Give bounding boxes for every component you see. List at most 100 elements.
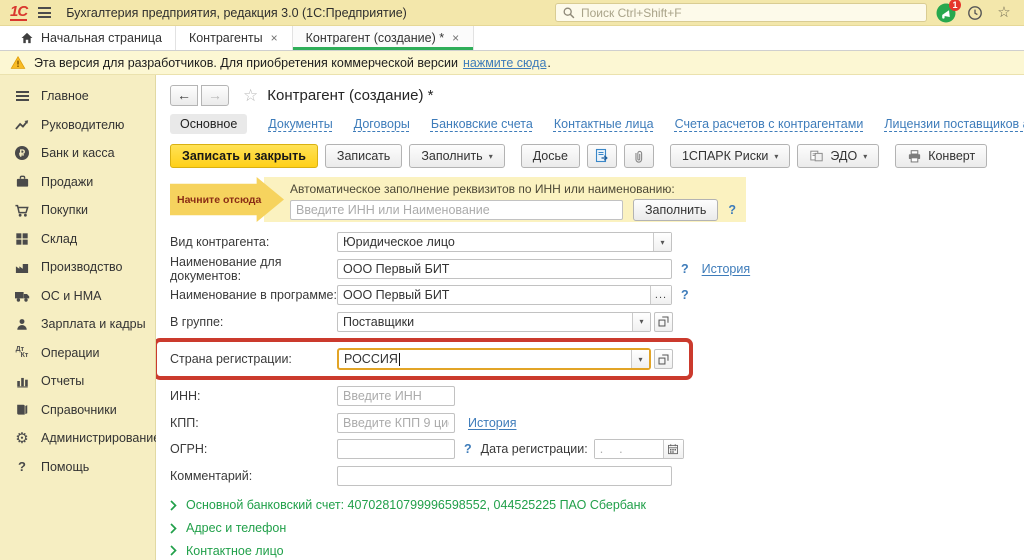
sidebar-item-help[interactable]: ? Помощь	[0, 453, 155, 482]
group-combo[interactable]: Поставщики ▾	[337, 312, 651, 332]
inn-input[interactable]	[337, 386, 455, 406]
form-nav-main[interactable]: Основное	[170, 114, 247, 134]
section-address-phone[interactable]: Адрес и телефон	[170, 517, 1024, 540]
tab-counterparties[interactable]: Контрагенты ×	[176, 26, 293, 50]
sidebar-item-reports[interactable]: Отчеты	[0, 367, 155, 396]
history-link[interactable]: История	[702, 262, 750, 276]
field-label: Страна регистрации:	[170, 352, 337, 366]
attachments-button[interactable]	[624, 144, 654, 168]
history-link[interactable]: История	[468, 416, 516, 430]
section-bank-account[interactable]: Основной банковский счет: 40702810799996…	[170, 494, 1024, 517]
search-icon	[562, 6, 576, 20]
form-nav: Основное Документы Договоры Банковские с…	[170, 113, 1024, 135]
save-and-close-button[interactable]: Записать и закрыть	[170, 144, 318, 168]
edo-button[interactable]: ЭДО▾	[797, 144, 879, 168]
sidebar-item-manager[interactable]: Руководителю	[0, 111, 155, 140]
field-kind: Вид контрагента: Юридическое лицо ▾	[170, 229, 1024, 256]
kind-combo[interactable]: Юридическое лицо ▾	[337, 232, 672, 252]
sidebar-item-payroll-hr[interactable]: Зарплата и кадры	[0, 310, 155, 339]
tab-label: Контрагент (создание) *	[306, 31, 445, 45]
field-ogrn: ОГРН: ? Дата регистрации:	[170, 436, 1024, 463]
registration-date-input[interactable]	[595, 440, 663, 458]
country-combo[interactable]: РОССИЯ ▾	[337, 348, 651, 370]
help-icon[interactable]: ?	[728, 203, 736, 217]
choose-button[interactable]: ...	[650, 286, 671, 304]
sidebar-item-directories[interactable]: Справочники	[0, 396, 155, 425]
briefcase-icon	[13, 174, 31, 189]
help-icon[interactable]: ?	[681, 288, 689, 302]
calendar-button[interactable]	[663, 440, 683, 458]
dropdown-button[interactable]: ▾	[632, 313, 650, 331]
open-item-button[interactable]	[654, 349, 673, 369]
autofill-inn-input[interactable]	[290, 200, 623, 220]
name-in-program-field[interactable]: ООО Первый БИТ ...	[337, 285, 672, 305]
save-button[interactable]: Записать	[325, 144, 402, 168]
name-for-documents-input[interactable]	[337, 259, 672, 279]
sidebar-item-warehouse[interactable]: Склад	[0, 225, 155, 254]
history-icon[interactable]	[965, 3, 985, 23]
registration-date-field[interactable]	[594, 439, 684, 459]
favorites-icon[interactable]: ☆	[994, 3, 1014, 23]
help-icon[interactable]: ?	[681, 262, 689, 276]
1c-logo: 1С	[10, 5, 27, 21]
close-tab-icon[interactable]: ×	[270, 31, 279, 45]
tab-counterparty-create[interactable]: Контрагент (создание) * ×	[293, 26, 475, 50]
section-contact-person[interactable]: Контактное лицо	[170, 540, 1024, 560]
ogrn-input[interactable]	[337, 439, 455, 459]
field-comment: Комментарий:	[170, 463, 1024, 490]
tab-home[interactable]: Начальная страница	[6, 26, 176, 50]
field-group: В группе: Поставщики ▾	[170, 309, 1024, 336]
dossier-button[interactable]: Досье	[521, 144, 580, 168]
form-nav-settlement-accounts[interactable]: Счета расчетов с контрагентами	[675, 117, 864, 131]
back-button[interactable]: ←	[170, 85, 198, 106]
favorite-star-icon[interactable]: ☆	[243, 87, 258, 104]
field-label: ИНН:	[170, 389, 337, 403]
sidebar-item-main[interactable]: Главное	[0, 82, 155, 111]
dropdown-button[interactable]: ▾	[653, 233, 671, 251]
sidebar-item-administration[interactable]: ⚙ Администрирование	[0, 424, 155, 453]
trend-chart-icon	[13, 117, 31, 132]
book-icon	[13, 402, 31, 417]
text-caret	[399, 353, 400, 366]
field-country: Страна регистрации: РОССИЯ ▾	[170, 347, 689, 371]
form-nav-contracts[interactable]: Договоры	[354, 117, 410, 131]
search-input[interactable]	[581, 6, 920, 20]
fill-menu-button[interactable]: Заполнить▾	[409, 144, 504, 168]
field-inn: ИНН:	[170, 383, 1024, 410]
form-toolbar: Записать и закрыть Записать Заполнить▾ Д…	[170, 143, 1024, 169]
sidebar-item-production[interactable]: Производство	[0, 253, 155, 282]
sidebar-item-purchases[interactable]: Покупки	[0, 196, 155, 225]
buy-version-link[interactable]: нажмите сюда	[463, 56, 546, 70]
envelope-print-button[interactable]: Конверт	[895, 144, 987, 168]
dropdown-button[interactable]: ▾	[631, 350, 649, 368]
notifications-icon[interactable]: 1	[936, 3, 956, 23]
form-nav-contact-persons[interactable]: Контактные лица	[554, 117, 654, 131]
help-icon[interactable]: ?	[464, 442, 472, 456]
spark-risks-button[interactable]: 1СПАРК Риски▾	[670, 144, 790, 168]
chevron-right-icon	[170, 523, 177, 534]
collapsible-sections: Основной банковский счет: 40702810799996…	[170, 494, 1024, 560]
form-nav-alcohol-licenses[interactable]: Лицензии поставщиков алкогольной продукц…	[884, 117, 1024, 131]
close-tab-icon[interactable]: ×	[451, 31, 460, 45]
sidebar-item-bank-cash[interactable]: ₽ Банк и касса	[0, 139, 155, 168]
main-menu-icon[interactable]	[36, 4, 53, 21]
comment-input[interactable]	[337, 466, 672, 486]
forward-button[interactable]: →	[201, 85, 229, 106]
open-item-button[interactable]	[654, 312, 673, 332]
report-export-button[interactable]	[587, 144, 617, 168]
field-kpp: КПП: История	[170, 410, 1024, 437]
app-title: Бухгалтерия предприятия, редакция 3.0 (1…	[66, 6, 407, 20]
cart-icon	[13, 203, 31, 218]
notification-badge: 1	[949, 0, 961, 11]
sidebar-item-fixed-assets[interactable]: ОС и НМА	[0, 282, 155, 311]
global-search[interactable]	[555, 3, 927, 22]
form-nav-bank-accounts[interactable]: Банковские счета	[431, 117, 533, 131]
sidebar-item-operations[interactable]: ДтКт Операции	[0, 339, 155, 368]
form-header: ← → ☆ Контрагент (создание) *	[170, 83, 1024, 107]
kpp-input[interactable]	[337, 413, 455, 433]
paperclip-icon	[631, 149, 646, 164]
form-nav-documents[interactable]: Документы	[268, 117, 332, 131]
autofill-fill-button[interactable]: Заполнить	[633, 199, 718, 221]
menu-lines-icon	[13, 89, 31, 103]
sidebar-item-sales[interactable]: Продажи	[0, 168, 155, 197]
